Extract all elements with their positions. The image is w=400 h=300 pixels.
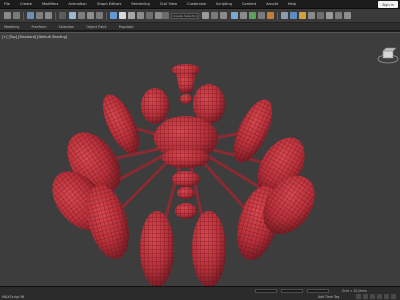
- tab-object-paint[interactable]: Object Paint: [86, 25, 107, 29]
- move-icon[interactable]: [110, 12, 117, 19]
- render-teapot-icon[interactable]: [317, 12, 324, 19]
- menu-customize[interactable]: Customize: [187, 0, 206, 9]
- arnold-icon[interactable]: [326, 12, 333, 19]
- tab-selection[interactable]: Selection: [59, 25, 75, 29]
- selection-set-dropdown[interactable]: Create Selection Se: [171, 13, 199, 19]
- bind-space-warp-icon[interactable]: [45, 12, 52, 19]
- grid-spacing-readout: Grid = 10,0mm: [342, 289, 367, 293]
- ribbon-tabs: Modeling Freeform Selection Object Paint…: [0, 23, 400, 31]
- maxscript-listener-label[interactable]: MAXScript Mi: [2, 295, 24, 299]
- menu-modifiers[interactable]: Modifiers: [42, 0, 58, 9]
- menu-content[interactable]: Content: [242, 0, 256, 9]
- unlink-icon[interactable]: [36, 12, 43, 19]
- menu-civil-view[interactable]: Civil View: [160, 0, 177, 9]
- z-coordinate-field[interactable]: [307, 289, 329, 293]
- render-production-icon[interactable]: [299, 12, 306, 19]
- select-by-name-icon[interactable]: [78, 12, 85, 19]
- main-toolbar: Create Selection Se: [0, 9, 400, 23]
- chandelier-drop: [140, 211, 174, 287]
- viewport-label[interactable]: [+] [Top] [Standard] [Default Shading]: [2, 35, 67, 39]
- time-configuration-icon[interactable]: [391, 294, 396, 299]
- mirror-icon[interactable]: [211, 12, 218, 19]
- status-bar: MAXScript Mi Grid = 10,0mm Add Time Tag: [0, 286, 400, 300]
- sign-in-button[interactable]: Sign in: [378, 1, 398, 8]
- add-time-tag-button[interactable]: Add Time Tag: [318, 295, 339, 299]
- chandelier-drop: [141, 88, 169, 124]
- menu-create[interactable]: Create: [20, 0, 32, 9]
- menu-file[interactable]: File: [4, 0, 10, 9]
- viewcube-icon[interactable]: [374, 45, 400, 65]
- align-icon[interactable]: [220, 12, 227, 19]
- pivot-center-icon[interactable]: [155, 12, 162, 19]
- go-to-end-icon[interactable]: [384, 294, 389, 299]
- window-crossing-icon[interactable]: [96, 12, 103, 19]
- menu-help[interactable]: Help: [288, 0, 296, 9]
- title-bar: File Create Modifiers Animation Graph Ed…: [0, 0, 400, 9]
- toolbar-divider: [23, 12, 24, 20]
- chandelier-drop: [192, 211, 226, 287]
- menu-rendering[interactable]: Rendering: [131, 0, 149, 9]
- reference-coordinate-icon[interactable]: [146, 12, 153, 19]
- undo-icon[interactable]: [4, 12, 11, 19]
- scale-icon[interactable]: [128, 12, 135, 19]
- rendered-frame-window-icon[interactable]: [290, 12, 297, 19]
- y-coordinate-field[interactable]: [281, 289, 303, 293]
- toolbar-divider: [277, 12, 278, 20]
- named-selection-icon[interactable]: [202, 12, 209, 19]
- grid-icon[interactable]: [344, 12, 351, 19]
- next-frame-icon[interactable]: [377, 294, 382, 299]
- toolbar-divider: [106, 12, 107, 20]
- toggle-ribbon-icon[interactable]: [240, 12, 247, 19]
- selection-filter-icon[interactable]: [59, 12, 66, 19]
- menu-animation[interactable]: Animation: [68, 0, 86, 9]
- menu-scripting[interactable]: Scripting: [216, 0, 232, 9]
- tab-freeform[interactable]: Freeform: [31, 25, 46, 29]
- toolbar-divider: [55, 12, 56, 20]
- x-coordinate-field[interactable]: [255, 289, 277, 293]
- tab-populate[interactable]: Populate: [119, 25, 134, 29]
- play-icon[interactable]: [370, 294, 375, 299]
- chandelier-model[interactable]: [0, 33, 400, 287]
- rotate-icon[interactable]: [119, 12, 126, 19]
- go-to-start-icon[interactable]: [356, 294, 361, 299]
- curve-editor-icon[interactable]: [249, 12, 256, 19]
- top-viewport[interactable]: [+] [Top] [Standard] [Default Shading]: [0, 32, 400, 287]
- render-setup-icon[interactable]: [281, 12, 288, 19]
- menu-graph-editors[interactable]: Graph Editors: [97, 0, 122, 9]
- redo-icon[interactable]: [13, 12, 20, 19]
- menu-arnold[interactable]: Arnold: [266, 0, 278, 9]
- select-object-icon[interactable]: [69, 12, 76, 19]
- render-in-cloud-icon[interactable]: [308, 12, 315, 19]
- schematic-view-icon[interactable]: [258, 12, 265, 19]
- place-icon[interactable]: [137, 12, 144, 19]
- material-editor-icon[interactable]: [267, 12, 274, 19]
- rectangular-selection-icon[interactable]: [87, 12, 94, 19]
- toggle-layer-explorer-icon[interactable]: [231, 12, 238, 19]
- viewport-layout-icon[interactable]: [335, 12, 342, 19]
- link-icon[interactable]: [27, 12, 34, 19]
- menu-bar: File Create Modifiers Animation Graph Ed…: [4, 0, 306, 9]
- tab-modeling[interactable]: Modeling: [4, 25, 19, 29]
- previous-frame-icon[interactable]: [363, 294, 368, 299]
- keyboard-shortcut-override-icon[interactable]: [162, 12, 169, 19]
